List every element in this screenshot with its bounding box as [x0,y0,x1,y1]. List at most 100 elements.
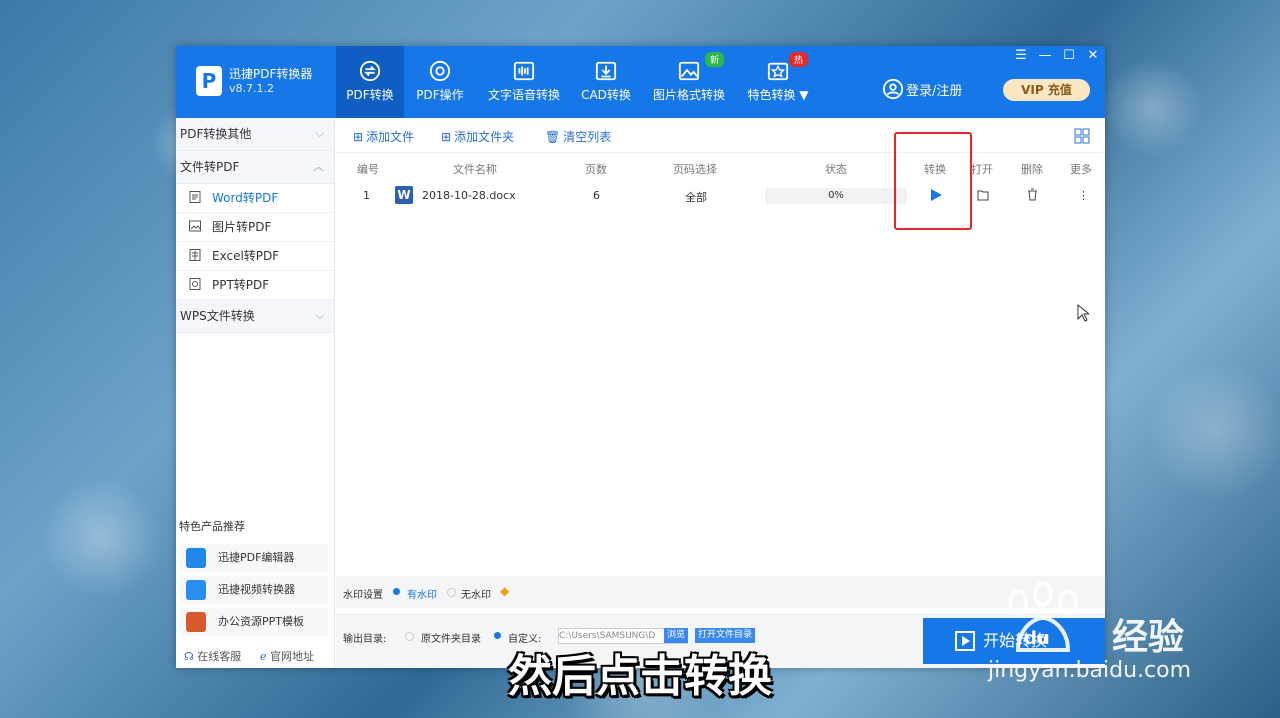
sidebar: PDF转换其他 ⌵ 文件转PDF ︿ Word转PDF 图片转PDF Excel… [176,118,335,668]
add-file-icon: ⊞ [353,130,364,144]
sidebar-group-pdf-other[interactable]: PDF转换其他 ⌵ [176,118,334,151]
image-icon [678,61,700,81]
pdf-editor-icon [186,548,206,568]
recommend-title: 特色产品推荐 [179,520,245,533]
image-icon [189,220,201,232]
sidebar-item-image-to-pdf[interactable]: 图片转PDF [176,213,334,242]
sidebar-item-label: Excel转PDF [212,249,280,263]
col-pages: 页数 [585,163,607,176]
trash-icon[interactable] [1027,188,1038,201]
tab-text-speech[interactable]: 文字语音转换 [482,46,566,118]
convert-highlight-box [894,132,972,230]
vip-recharge-button[interactable]: VIP 充值 [1003,79,1090,101]
document-icon [189,191,201,203]
tab-label: PDF操作 [416,88,464,102]
grid-view-icon[interactable] [1074,128,1090,144]
col-index: 编号 [357,163,379,176]
top-bar: P 迅捷PDF转换器 v8.7.1.2 PDF转换 PDF操作 文字语音转换 C… [176,46,1105,118]
add-file-button[interactable]: ⊞ 添加文件 [353,128,414,145]
hot-badge: 热 [789,52,809,67]
close-icon[interactable]: ✕ [1082,48,1104,63]
col-open: 打开 [971,163,993,176]
add-folder-button[interactable]: ⊞ 添加文件夹 [441,128,514,145]
more-icon[interactable]: ⋮ [1078,189,1089,202]
rec-video-converter[interactable]: 迅捷视频转换器 [180,576,328,604]
menu-icon[interactable]: ☰ [1010,48,1032,63]
maximize-icon[interactable]: ☐ [1058,48,1080,63]
sidebar-group-wps[interactable]: WPS文件转换 ⌵ [176,300,334,333]
folder-open-icon[interactable] [977,189,990,201]
star-box-icon [767,62,789,81]
col-delete: 删除 [1021,163,1043,176]
dropdown-caret-icon: ▼ [799,88,809,102]
tab-label: CAD转换 [581,88,631,102]
minimize-icon[interactable]: — [1034,48,1056,63]
watermark-on-radio[interactable] [393,588,400,595]
word-file-icon: W [395,186,413,204]
tab-label: 特色转换 [747,88,796,102]
row-status: 0% [828,190,844,201]
col-filename: 文件名称 [453,163,497,176]
tab-cad[interactable]: CAD转换 [576,46,636,118]
app-name: 迅捷PDF转换器 [229,67,313,81]
row-pages: 6 [593,189,600,202]
app-logo-icon: P [196,66,222,96]
sidebar-group-file-to-pdf[interactable]: 文件转PDF ︿ [176,151,334,184]
tab-pdf-operate[interactable]: PDF操作 [408,46,472,118]
tab-pdf-convert[interactable]: PDF转换 [336,46,404,118]
chevron-up-icon: ︿ [313,160,324,173]
vip-label: VIP [1021,83,1044,97]
login-button[interactable]: 登录/注册 [882,78,963,100]
watermark-label: 水印设置 [343,590,383,601]
rec-pdf-editor[interactable]: 迅捷PDF编辑器 [180,544,328,572]
watermark-off-label: 无水印 [461,590,491,601]
ppt-template-icon [186,612,206,632]
rec-label: 迅捷PDF编辑器 [218,551,295,564]
new-badge: 新 [705,52,725,67]
rec-label: 办公资源PPT模板 [218,615,304,628]
cad-icon [595,61,617,81]
vip-action: 充值 [1047,83,1072,97]
sidebar-group-label: 文件转PDF [180,160,240,174]
add-folder-icon: ⊞ [441,130,452,144]
rec-label: 迅捷视频转换器 [218,583,295,596]
row-page-range[interactable]: 全部 [685,189,707,205]
video-converter-icon [186,580,206,600]
login-label: 登录/注册 [906,84,963,99]
watermark-on-label: 有水印 [407,590,437,601]
sidebar-group-label: PDF转换其他 [180,127,252,141]
sidebar-item-label: Word转PDF [212,191,279,205]
presentation-icon [189,278,201,290]
tab-label: PDF转换 [346,88,394,102]
convert-icon [359,60,381,82]
toolbar: ⊞ 添加文件 ⊞ 添加文件夹 🗑︎ 清空列表 [335,118,1105,153]
tab-label: 文字语音转换 [487,88,560,102]
clear-list-label: 清空列表 [563,130,612,144]
rec-ppt-template[interactable]: 办公资源PPT模板 [180,608,328,636]
sidebar-item-label: PPT转PDF [212,278,270,292]
row-progress-bar: 0% [765,188,907,204]
trash-icon: 🗑︎ [545,130,561,144]
clear-list-button[interactable]: 🗑︎ 清空列表 [545,128,611,145]
chevron-down-icon: ⌵ [315,127,324,140]
mouse-cursor-icon [1077,304,1089,322]
sidebar-item-label: 图片转PDF [212,220,272,234]
video-caption: 然后点击转换 [508,651,772,702]
spreadsheet-icon [189,249,201,261]
audio-wave-icon [513,61,535,81]
sidebar-item-ppt-to-pdf[interactable]: PPT转PDF [176,271,334,300]
app-version: v8.7.1.2 [229,82,274,95]
col-more: 更多 [1070,163,1092,176]
settings-icon [429,60,451,82]
output-custom-radio[interactable] [494,632,501,639]
row-filename: 2018-10-28.docx [422,189,516,202]
watermark-off-radio[interactable] [447,588,456,597]
user-icon [882,78,904,100]
sidebar-group-label: WPS文件转换 [180,309,255,323]
col-status: 状态 [825,163,847,176]
sidebar-item-excel-to-pdf[interactable]: Excel转PDF [176,242,334,271]
chevron-down-icon: ⌵ [315,309,324,322]
col-page-range: 页码选择 [673,163,717,176]
sidebar-item-word-to-pdf[interactable]: Word转PDF [176,184,334,213]
row-index: 1 [363,189,370,202]
